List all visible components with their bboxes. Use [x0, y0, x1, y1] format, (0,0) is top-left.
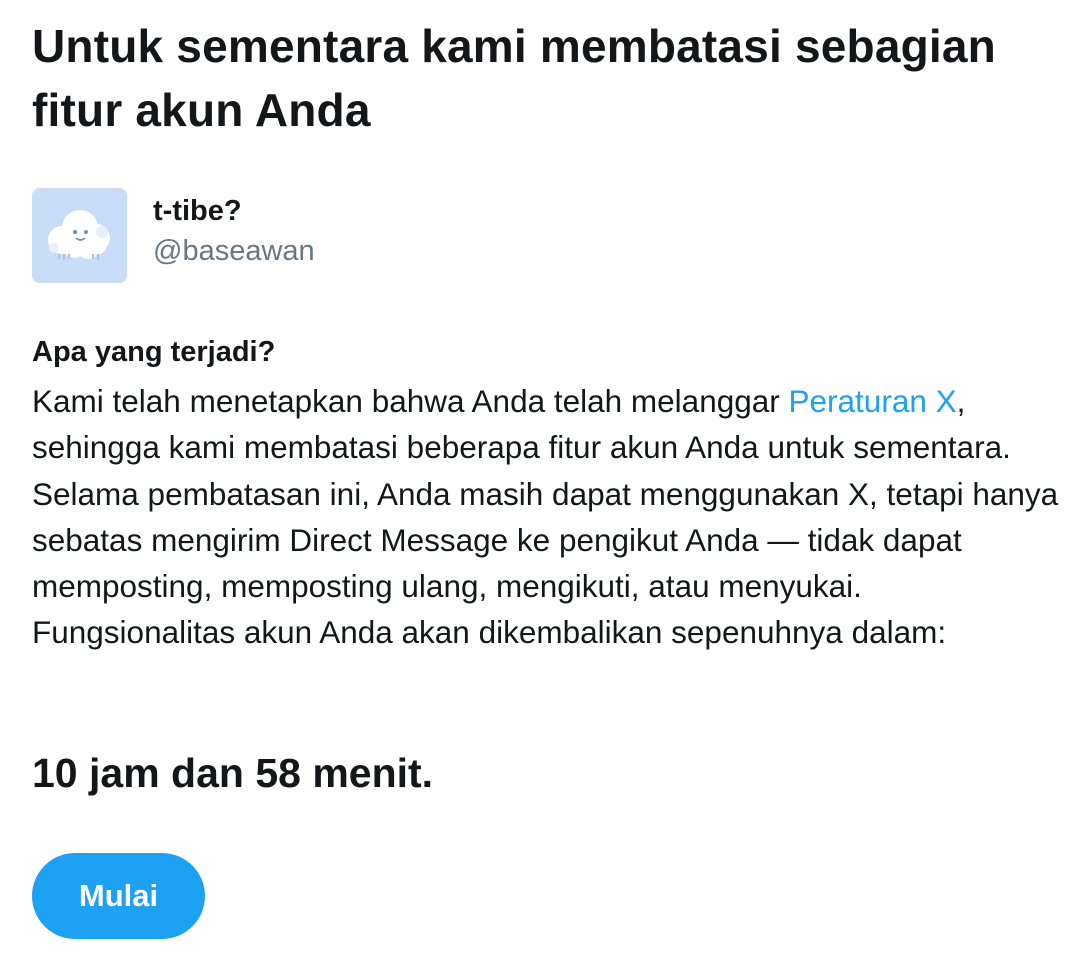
- restriction-explanation: Kami telah menetapkan bahwa Anda telah m…: [32, 378, 1062, 656]
- explanation-text-end: , sehingga kami membatasi beberapa fitur…: [32, 383, 1059, 651]
- display-name: t-tibe?: [153, 195, 242, 227]
- rules-link[interactable]: Peraturan X: [789, 383, 957, 419]
- cloud-avatar-icon: [32, 188, 127, 283]
- start-button[interactable]: Mulai: [32, 853, 205, 939]
- section-heading: Apa yang terjadi?: [32, 336, 276, 368]
- avatar: [32, 188, 127, 283]
- explanation-text-start: Kami telah menetapkan bahwa Anda telah m…: [32, 383, 789, 419]
- account-handle: @baseawan: [153, 235, 315, 267]
- restriction-countdown: 10 jam dan 58 menit.: [32, 750, 434, 796]
- page-title: Untuk sementara kami membatasi sebagian …: [32, 20, 996, 136]
